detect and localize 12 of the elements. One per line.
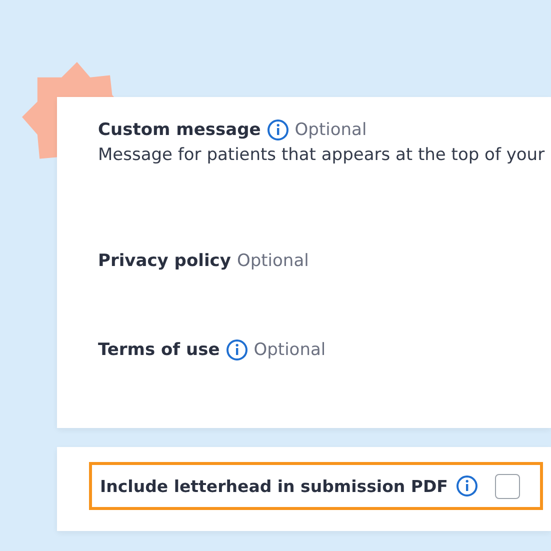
optional-tag: Optional xyxy=(254,340,326,360)
optional-tag: Optional xyxy=(294,120,367,140)
optional-tag: Optional xyxy=(236,251,309,271)
info-icon[interactable] xyxy=(266,119,289,141)
info-icon[interactable] xyxy=(456,475,478,497)
option-label: Include letterhead in submission PDF xyxy=(100,476,448,496)
field-label: Terms of use xyxy=(98,340,220,360)
info-icon[interactable] xyxy=(226,339,248,361)
field-label: Custom message xyxy=(98,120,261,140)
field-label: Privacy policy xyxy=(98,251,231,271)
field-description: Message for patients that appears at the top of your xyxy=(98,145,546,165)
checkbox[interactable] xyxy=(495,474,520,498)
